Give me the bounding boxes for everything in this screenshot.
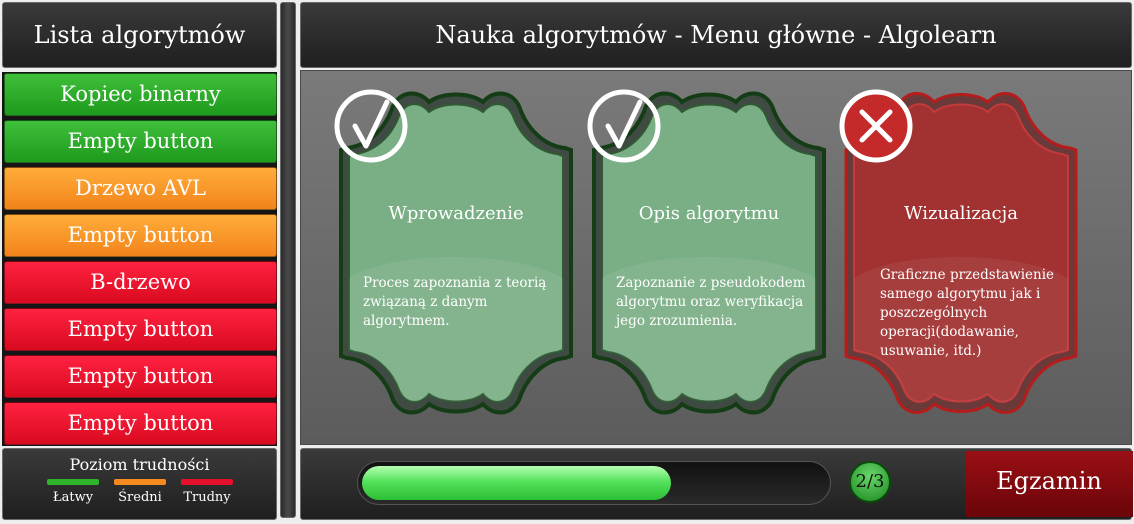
card-description: Zapoznanie z pseudokodem algorytmu oraz …: [616, 274, 806, 331]
algorithm-button-kopiec-binarny[interactable]: Kopiec binarny: [4, 73, 277, 116]
card-title: Opis algorytmu: [638, 203, 780, 224]
card-description: Proces zapoznania z teorią związaną z da…: [363, 274, 553, 331]
algorithm-button-drzewo-avl[interactable]: Drzewo AVL: [4, 167, 277, 210]
difficulty-legend-title: Poziom trudności: [69, 455, 210, 474]
exam-button[interactable]: Egzamin: [965, 451, 1133, 517]
algorithm-button-empty-3[interactable]: Empty button: [4, 308, 277, 351]
algorithm-button-b-drzewo[interactable]: B-drzewo: [4, 261, 277, 304]
algorithm-list-header: Lista algorytmów: [2, 2, 277, 68]
cross-icon: [839, 89, 913, 163]
main-header: Nauka algorytmów - Menu główne - Algolea…: [300, 2, 1132, 68]
algorithm-button-empty-1[interactable]: Empty button: [4, 120, 277, 163]
algorithm-list-title: Lista algorytmów: [33, 21, 246, 49]
progress-bar: [357, 461, 831, 505]
card-opis-algorytmu[interactable]: Opis algorytmu Zapoznanie z pseudokodem …: [586, 88, 832, 418]
card-description-line: Proces zapoznania z teorią: [363, 275, 547, 291]
algorithm-button-empty-5[interactable]: Empty button: [4, 402, 277, 445]
check-icon: [334, 89, 408, 163]
legend-item-medium: Średni: [112, 479, 168, 505]
legend-label-easy: Łatwy: [52, 490, 94, 505]
main-title: Nauka algorytmów - Menu główne - Algolea…: [435, 21, 997, 49]
legend-label-hard: Trudny: [183, 490, 231, 505]
progress-bar-fill: [362, 466, 671, 500]
card-wizualizacja[interactable]: Wizualizacja Graficzne przedstawienie sa…: [838, 88, 1084, 418]
progress-counter: 2/3: [849, 461, 891, 503]
card-description-line: związaną z danym: [363, 294, 488, 310]
panel-divider: [280, 2, 296, 518]
card-title: Wprowadzenie: [388, 203, 524, 224]
card-description-line: operacji(dodawanie,: [880, 324, 1019, 340]
legend-item-hard: Trudny: [179, 479, 235, 505]
algorithm-list: Kopiec binarny Empty button Drzewo AVL E…: [2, 72, 277, 446]
card-wprowadzenie[interactable]: Wprowadzenie Proces zapoznania z teorią …: [333, 88, 579, 418]
card-description: Graficzne przedstawienie samego algorytm…: [880, 266, 1066, 361]
check-icon: [587, 89, 661, 163]
card-description-line: algorytmem.: [363, 313, 450, 329]
legend-item-easy: Łatwy: [45, 479, 101, 505]
legend-swatch-medium: [114, 479, 166, 485]
card-title: Wizualizacja: [904, 203, 1018, 224]
card-description-line: Graficzne przedstawienie: [880, 267, 1055, 283]
algorithm-button-empty-2[interactable]: Empty button: [4, 214, 277, 257]
card-description-line: poszczególnych: [880, 305, 988, 321]
difficulty-legend: Poziom trudności Łatwy Średni Trudny: [2, 448, 277, 520]
card-description-line: Zapoznanie z pseudokodem: [616, 275, 806, 291]
card-description-line: samego algorytmu jak i: [880, 286, 1041, 302]
legend-swatch-hard: [181, 479, 233, 485]
card-description-line: jego zrozumienia.: [616, 313, 738, 329]
legend-label-medium: Średni: [118, 490, 162, 505]
card-description-line: algorytmu oraz weryfikacja: [616, 294, 804, 310]
card-description-line: usuwanie, itd.): [880, 343, 982, 359]
algorithm-button-empty-4[interactable]: Empty button: [4, 355, 277, 398]
legend-swatch-easy: [47, 479, 99, 485]
bottom-bar: 2/3 Egzamin: [300, 448, 1133, 520]
